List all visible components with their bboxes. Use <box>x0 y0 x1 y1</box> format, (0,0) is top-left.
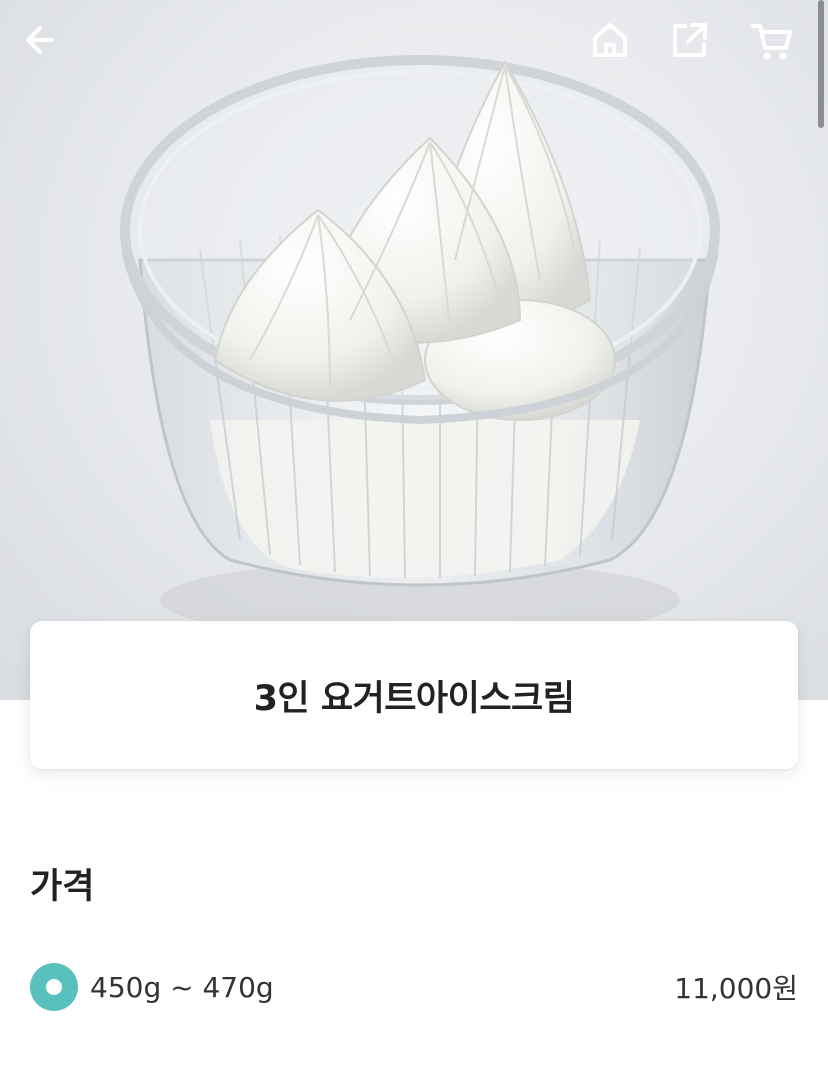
top-navigation-bar <box>0 0 828 100</box>
share-button[interactable] <box>670 20 726 76</box>
home-button[interactable] <box>590 20 646 76</box>
option-price: 11,000원 <box>674 972 798 1005</box>
ice-cream-cup-illustration <box>120 55 720 640</box>
cart-icon <box>751 24 792 60</box>
option-weight-label: 450g ~ 470g <box>90 970 274 1004</box>
cart-button[interactable] <box>750 20 806 76</box>
radio-selected-icon[interactable] <box>30 963 78 1011</box>
radio-dot <box>46 979 62 995</box>
arrow-left-icon <box>26 26 54 54</box>
share-icon <box>673 23 707 57</box>
home-icon <box>593 23 627 57</box>
product-name: 3인 요거트아이스크림 <box>253 678 575 719</box>
back-button[interactable] <box>22 20 78 76</box>
scrollbar[interactable] <box>818 0 824 128</box>
product-title-card: 3인 요거트아이스크림 <box>30 621 798 769</box>
price-section-title: 가격 <box>30 867 95 907</box>
product-image <box>0 0 828 700</box>
price-option-row[interactable]: 450g ~ 470g 11,000원 <box>30 962 798 1012</box>
